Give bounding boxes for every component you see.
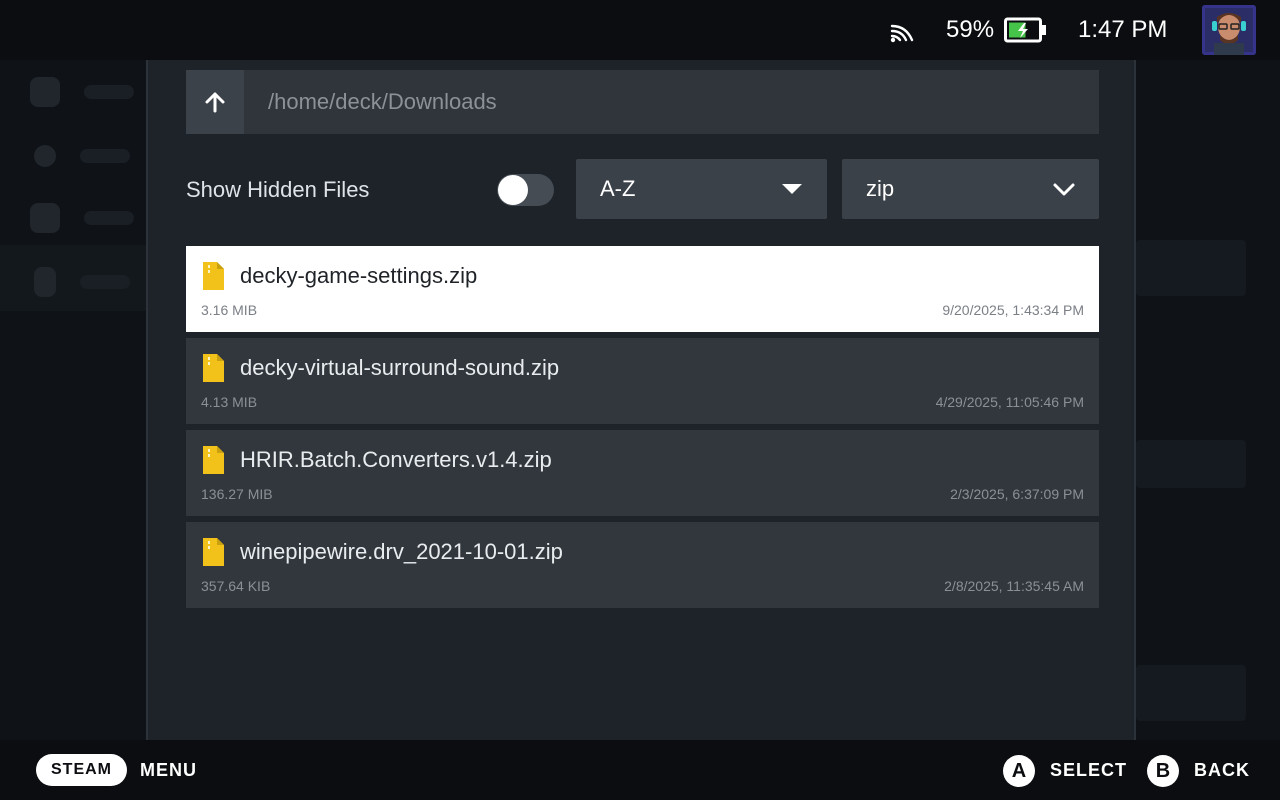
status-bar: 59% 1:47 PM [0, 0, 1280, 60]
a-button[interactable]: A [1003, 755, 1035, 787]
wifi-icon [890, 24, 914, 43]
sort-dropdown-value: A-Z [600, 176, 636, 201]
file-list-item[interactable]: decky-game-settings.zip 3.16 MIB 9/20/20… [186, 246, 1099, 332]
caret-down-icon [782, 184, 802, 194]
back-label: BACK [1194, 760, 1250, 780]
arrow-up-icon [205, 92, 225, 113]
zip-file-icon [203, 354, 224, 382]
battery-percentage: 59% [946, 16, 995, 43]
zip-file-icon [203, 446, 224, 474]
file-modified-date: 2/3/2025, 6:37:09 PM [950, 486, 1084, 502]
file-type-filter-dropdown[interactable]: zip [842, 159, 1099, 219]
file-name: decky-game-settings.zip [240, 263, 478, 288]
file-list-item[interactable]: decky-virtual-surround-sound.zip 4.13 MI… [186, 338, 1099, 424]
file-list: decky-game-settings.zip 3.16 MIB 9/20/20… [186, 246, 1099, 614]
file-size: 4.13 MIB [201, 394, 258, 410]
file-name: decky-virtual-surround-sound.zip [240, 355, 560, 380]
sort-dropdown[interactable]: A-Z [576, 159, 827, 219]
background-menu-item [30, 262, 140, 302]
background-panel [1136, 240, 1246, 296]
file-modified-date: 9/20/2025, 1:43:34 PM [942, 302, 1084, 318]
b-button[interactable]: B [1147, 755, 1179, 787]
clock: 1:47 PM [1078, 16, 1168, 43]
file-size: 3.16 MIB [201, 302, 258, 318]
zip-file-icon [203, 262, 224, 290]
file-modified-date: 2/8/2025, 11:35:45 AM [944, 578, 1084, 594]
background-menu-item [30, 136, 140, 176]
file-name: winepipewire.drv_2021-10-01.zip [240, 539, 563, 564]
menu-label: MENU [140, 760, 197, 780]
background-menu-item [30, 72, 140, 112]
background-panel [1136, 665, 1246, 721]
file-list-item[interactable]: HRIR.Batch.Converters.v1.4.zip 136.27 MI… [186, 430, 1099, 516]
file-list-item[interactable]: winepipewire.drv_2021-10-01.zip 357.64 K… [186, 522, 1099, 608]
select-label: SELECT [1050, 760, 1128, 780]
file-name: HRIR.Batch.Converters.v1.4.zip [240, 447, 552, 472]
parent-directory-button[interactable] [186, 70, 244, 134]
file-picker-dialog: /home/deck/Downloads Show Hidden Files A… [146, 60, 1136, 740]
path-bar: /home/deck/Downloads [186, 70, 1099, 134]
battery-charging-icon [1004, 17, 1046, 43]
chevron-down-icon [1053, 183, 1075, 196]
filter-controls: Show Hidden Files A-Z zip [186, 159, 1099, 219]
toggle-knob [498, 175, 528, 205]
file-modified-date: 4/29/2025, 11:05:46 PM [935, 394, 1084, 410]
show-hidden-files-toggle[interactable] [497, 174, 554, 206]
path-input[interactable]: /home/deck/Downloads [244, 70, 497, 134]
file-type-filter-value: zip [866, 176, 895, 201]
steam-button[interactable]: STEAM [36, 754, 127, 786]
file-size: 136.27 MIB [201, 486, 273, 502]
user-avatar[interactable] [1202, 5, 1256, 55]
file-size: 357.64 KIB [201, 578, 271, 594]
button-hints-bar: STEAM MENU A SELECT B BACK [0, 740, 1280, 800]
zip-file-icon [203, 538, 224, 566]
show-hidden-files-label: Show Hidden Files [186, 177, 370, 202]
background-menu-item [30, 198, 140, 238]
background-panel [1136, 440, 1246, 488]
